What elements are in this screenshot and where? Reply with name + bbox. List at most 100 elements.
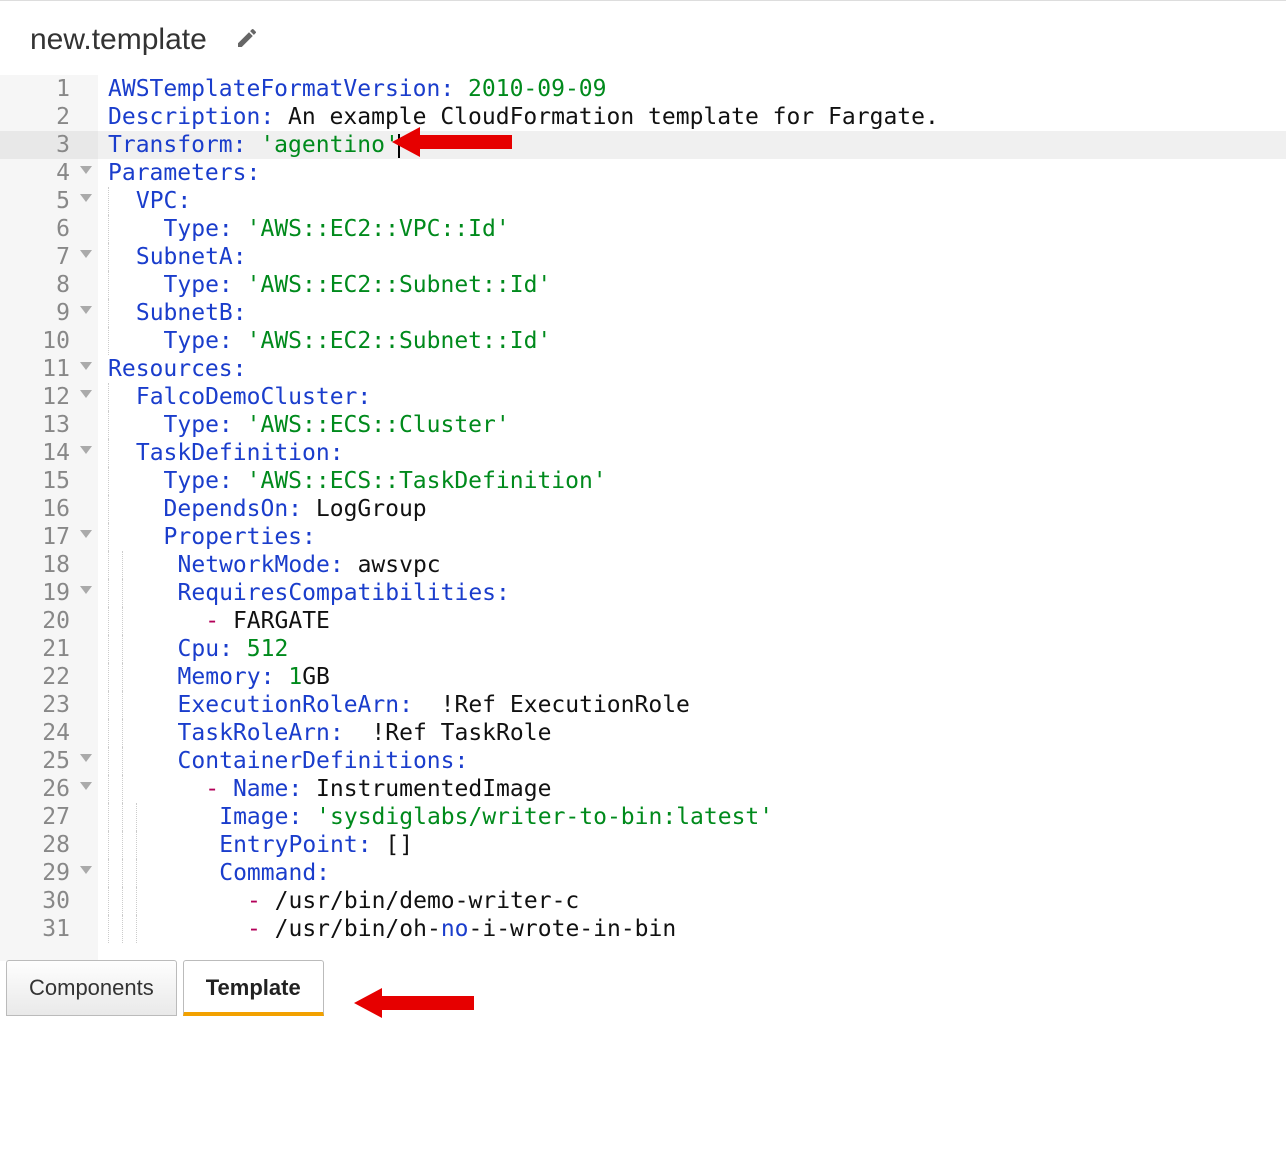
code-line[interactable]: FalcoDemoCluster:: [98, 383, 1286, 411]
indent-guide: [108, 635, 122, 663]
code-line[interactable]: Resources:: [98, 355, 1286, 383]
code-token: 'AWS::EC2::VPC::Id': [247, 216, 510, 242]
code-content[interactable]: AWSTemplateFormatVersion: 2010-09-09Desc…: [98, 75, 1286, 943]
fold-icon[interactable]: [80, 194, 92, 202]
code-token: -: [247, 888, 261, 914]
indent-guide: [108, 915, 122, 943]
code-line[interactable]: SubnetB:: [98, 299, 1286, 327]
gutter-line: 2: [0, 103, 98, 131]
code-token: GB: [302, 664, 330, 690]
indent-guide: [122, 859, 136, 887]
code-token: /usr/bin/oh-: [261, 916, 441, 942]
code-editor[interactable]: 1234567891011121314151617181920212223242…: [0, 75, 1286, 961]
tab-components[interactable]: Components: [6, 960, 177, 1016]
indent-guide: [122, 579, 136, 607]
gutter-line: 29: [0, 859, 98, 887]
code-line[interactable]: Memory: 1GB: [98, 663, 1286, 691]
fold-icon[interactable]: [80, 866, 92, 874]
code-token: Memory:: [136, 664, 288, 690]
code-line[interactable]: Type: 'AWS::EC2::Subnet::Id': [98, 271, 1286, 299]
gutter-line: 14: [0, 439, 98, 467]
code-line[interactable]: TaskRoleArn: !Ref TaskRole: [98, 719, 1286, 747]
indent-guide: [108, 327, 122, 355]
indent-guide: [108, 523, 122, 551]
fold-icon[interactable]: [80, 586, 92, 594]
code-line[interactable]: SubnetA:: [98, 243, 1286, 271]
fold-icon[interactable]: [80, 390, 92, 398]
code-line[interactable]: DependsOn: LogGroup: [98, 495, 1286, 523]
indent-guide: [122, 635, 136, 663]
code-line[interactable]: - Name: InstrumentedImage: [98, 775, 1286, 803]
code-token: -: [247, 916, 261, 942]
code-token: FARGATE: [219, 608, 330, 634]
code-line[interactable]: Description: An example CloudFormation t…: [98, 103, 1286, 131]
code-line[interactable]: Type: 'AWS::ECS::Cluster': [98, 411, 1286, 439]
code-token: FalcoDemoCluster:: [122, 384, 371, 410]
fold-icon[interactable]: [80, 362, 92, 370]
indent-guide: [108, 299, 122, 327]
code-token: /usr/bin/demo-writer-c: [261, 888, 580, 914]
indent-guide: [122, 775, 136, 803]
gutter-line: 19: [0, 579, 98, 607]
code-token: Type:: [122, 272, 247, 298]
gutter-line: 6: [0, 215, 98, 243]
code-line[interactable]: Type: 'AWS::EC2::VPC::Id': [98, 215, 1286, 243]
code-line[interactable]: Transform: 'agentino': [98, 131, 1286, 159]
code-token: 'AWS::EC2::Subnet::Id': [247, 272, 552, 298]
code-token: 'sysdiglabs/writer-to-bin:latest': [316, 804, 773, 830]
code-line[interactable]: Type: 'AWS::ECS::TaskDefinition': [98, 467, 1286, 495]
edit-icon[interactable]: [235, 26, 259, 55]
code-line[interactable]: - /usr/bin/demo-writer-c: [98, 887, 1286, 915]
gutter-line: 27: [0, 803, 98, 831]
code-token: TaskDefinition:: [122, 440, 344, 466]
code-line[interactable]: AWSTemplateFormatVersion: 2010-09-09: [98, 75, 1286, 103]
code-token: Command:: [150, 860, 330, 886]
gutter-line: 24: [0, 719, 98, 747]
code-line[interactable]: Parameters:: [98, 159, 1286, 187]
code-line[interactable]: - /usr/bin/oh-no-i-wrote-in-bin: [98, 915, 1286, 943]
code-line[interactable]: NetworkMode: awsvpc: [98, 551, 1286, 579]
fold-icon[interactable]: [80, 250, 92, 258]
fold-icon[interactable]: [80, 166, 92, 174]
code-token: VPC:: [122, 188, 191, 214]
code-line[interactable]: - FARGATE: [98, 607, 1286, 635]
code-token: Properties:: [122, 524, 316, 550]
fold-icon[interactable]: [80, 782, 92, 790]
indent-guide: [108, 747, 122, 775]
gutter-line: 5: [0, 187, 98, 215]
indent-guide: [108, 691, 122, 719]
tab-template[interactable]: Template: [183, 960, 324, 1016]
code-token: DependsOn:: [122, 496, 316, 522]
gutter-line: 10: [0, 327, 98, 355]
code-token: Transform:: [108, 132, 260, 158]
fold-icon[interactable]: [80, 530, 92, 538]
code-token: [136, 776, 205, 802]
gutter-line: 4: [0, 159, 98, 187]
code-token: no: [441, 916, 469, 942]
fold-icon[interactable]: [80, 754, 92, 762]
code-line[interactable]: Properties:: [98, 523, 1286, 551]
gutter: 1234567891011121314151617181920212223242…: [0, 75, 98, 961]
indent-guide: [108, 187, 122, 215]
code-line[interactable]: TaskDefinition:: [98, 439, 1286, 467]
gutter-line: 23: [0, 691, 98, 719]
indent-guide: [122, 607, 136, 635]
gutter-line: 15: [0, 467, 98, 495]
code-line[interactable]: ContainerDefinitions:: [98, 747, 1286, 775]
code-line[interactable]: Image: 'sysdiglabs/writer-to-bin:latest': [98, 803, 1286, 831]
gutter-line: 7: [0, 243, 98, 271]
code-token: 'AWS::ECS::Cluster': [247, 412, 510, 438]
code-line[interactable]: ExecutionRoleArn: !Ref ExecutionRole: [98, 691, 1286, 719]
code-line[interactable]: Cpu: 512: [98, 635, 1286, 663]
code-token: [150, 888, 247, 914]
code-line[interactable]: Command:: [98, 859, 1286, 887]
fold-icon[interactable]: [80, 306, 92, 314]
indent-guide: [122, 803, 136, 831]
code-token: 'AWS::EC2::Subnet::Id': [247, 328, 552, 354]
fold-icon[interactable]: [80, 446, 92, 454]
code-line[interactable]: RequiresCompatibilities:: [98, 579, 1286, 607]
code-token: Type:: [122, 216, 247, 242]
code-line[interactable]: Type: 'AWS::EC2::Subnet::Id': [98, 327, 1286, 355]
code-line[interactable]: EntryPoint: []: [98, 831, 1286, 859]
code-line[interactable]: VPC:: [98, 187, 1286, 215]
